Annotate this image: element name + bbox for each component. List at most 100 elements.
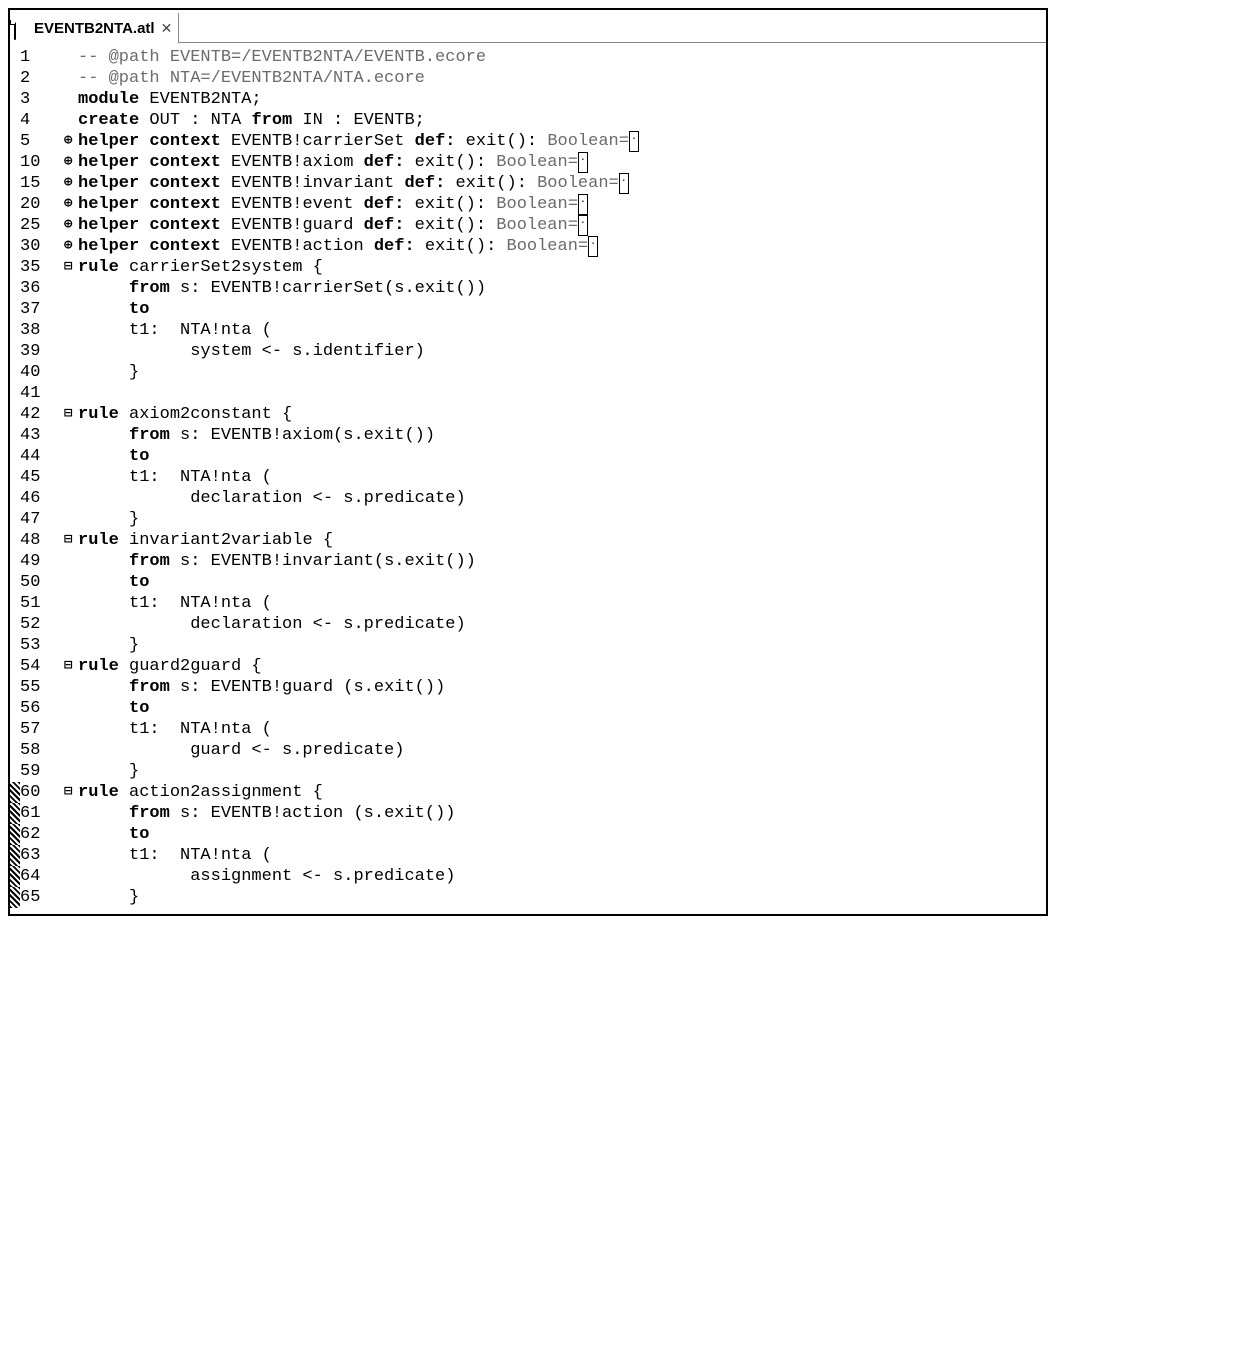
fold-toggle[interactable]: ⊟ <box>64 404 78 425</box>
code-line[interactable]: rule axiom2constant { <box>78 404 1046 425</box>
fold-toggle <box>64 341 78 362</box>
line-number: 10 <box>20 152 62 173</box>
fold-toggle <box>64 509 78 530</box>
fold-toggle <box>64 299 78 320</box>
change-marker <box>10 719 20 740</box>
code-line[interactable]: helper context EVENTB!invariant def: exi… <box>78 173 1046 194</box>
change-marker <box>10 698 20 719</box>
code-line[interactable]: system <- s.identifier) <box>78 341 1046 362</box>
code-line[interactable]: t1: NTA!nta ( <box>78 593 1046 614</box>
change-marker <box>10 47 20 68</box>
code-line[interactable]: to <box>78 299 1046 320</box>
fold-toggle <box>64 362 78 383</box>
code-line[interactable]: rule action2assignment { <box>78 782 1046 803</box>
change-marker <box>10 572 20 593</box>
change-marker <box>10 551 20 572</box>
line-number: 47 <box>20 509 62 530</box>
fold-toggle <box>64 887 78 908</box>
fold-toggle[interactable]: ⊕ <box>64 215 78 236</box>
code-line[interactable]: helper context EVENTB!carrierSet def: ex… <box>78 131 1046 152</box>
fold-toggle[interactable]: ⊕ <box>64 173 78 194</box>
code-line[interactable]: } <box>78 362 1046 383</box>
code-line[interactable]: guard <- s.predicate) <box>78 740 1046 761</box>
editor-window: EVENTB2NTA.atl ✕ 12345101520253035363738… <box>8 8 1048 916</box>
fold-toggle[interactable]: ⊕ <box>64 236 78 257</box>
change-marker <box>10 362 20 383</box>
line-number: 30 <box>20 236 62 257</box>
code-editor[interactable]: 1234510152025303536373839404142434445464… <box>10 43 1046 914</box>
code-line[interactable]: assignment <- s.predicate) <box>78 866 1046 887</box>
code-line[interactable]: t1: NTA!nta ( <box>78 845 1046 866</box>
fold-toggle <box>64 614 78 635</box>
line-number: 58 <box>20 740 62 761</box>
code-line[interactable] <box>78 383 1046 404</box>
change-marker <box>10 299 20 320</box>
code-line[interactable]: -- @path NTA=/EVENTB2NTA/NTA.ecore <box>78 68 1046 89</box>
code-line[interactable]: to <box>78 572 1046 593</box>
code-line[interactable]: -- @path EVENTB=/EVENTB2NTA/EVENTB.ecore <box>78 47 1046 68</box>
line-number: 2 <box>20 68 62 89</box>
fold-toggle[interactable]: ⊟ <box>64 782 78 803</box>
code-line[interactable]: to <box>78 824 1046 845</box>
code-line[interactable]: helper context EVENTB!event def: exit():… <box>78 194 1046 215</box>
change-marker <box>10 488 20 509</box>
close-icon[interactable]: ✕ <box>161 20 173 37</box>
fold-toggle[interactable]: ⊕ <box>64 131 78 152</box>
change-marker <box>10 845 20 866</box>
code-line[interactable]: to <box>78 446 1046 467</box>
fold-toggle <box>64 110 78 131</box>
line-number: 39 <box>20 341 62 362</box>
code-line[interactable]: module EVENTB2NTA; <box>78 89 1046 110</box>
tab-eventb2nta[interactable]: EVENTB2NTA.atl ✕ <box>10 13 179 43</box>
code-line[interactable]: from s: EVENTB!invariant(s.exit()) <box>78 551 1046 572</box>
line-number: 49 <box>20 551 62 572</box>
change-marker <box>10 635 20 656</box>
code-line[interactable]: } <box>78 887 1046 908</box>
code-line[interactable]: from s: EVENTB!carrierSet(s.exit()) <box>78 278 1046 299</box>
code-line[interactable]: rule guard2guard { <box>78 656 1046 677</box>
fold-toggle <box>64 719 78 740</box>
fold-toggle[interactable]: ⊕ <box>64 152 78 173</box>
code-line[interactable]: t1: NTA!nta ( <box>78 320 1046 341</box>
line-number: 64 <box>20 866 62 887</box>
code-line[interactable]: declaration <- s.predicate) <box>78 614 1046 635</box>
code-line[interactable]: helper context EVENTB!guard def: exit():… <box>78 215 1046 236</box>
fold-toggle <box>64 467 78 488</box>
code-line[interactable]: } <box>78 509 1046 530</box>
code-line[interactable]: t1: NTA!nta ( <box>78 719 1046 740</box>
fold-toggle[interactable]: ⊟ <box>64 656 78 677</box>
code-line[interactable]: helper context EVENTB!action def: exit()… <box>78 236 1046 257</box>
change-marker <box>10 404 20 425</box>
code-line[interactable]: from s: EVENTB!axiom(s.exit()) <box>78 425 1046 446</box>
code-line[interactable]: rule invariant2variable { <box>78 530 1046 551</box>
change-marker <box>10 173 20 194</box>
fold-toggle <box>64 446 78 467</box>
code-line[interactable]: declaration <- s.predicate) <box>78 488 1046 509</box>
code-line[interactable]: create OUT : NTA from IN : EVENTB; <box>78 110 1046 131</box>
fold-toggle[interactable]: ⊟ <box>64 530 78 551</box>
code-line[interactable]: from s: EVENTB!action (s.exit()) <box>78 803 1046 824</box>
code-line[interactable]: t1: NTA!nta ( <box>78 467 1046 488</box>
line-number: 42 <box>20 404 62 425</box>
fold-toggle[interactable]: ⊕ <box>64 194 78 215</box>
code-line[interactable]: } <box>78 635 1046 656</box>
change-marker <box>10 320 20 341</box>
line-number: 40 <box>20 362 62 383</box>
line-number: 4 <box>20 110 62 131</box>
fold-toggle <box>64 320 78 341</box>
line-number: 56 <box>20 698 62 719</box>
change-marker <box>10 887 20 908</box>
change-marker <box>10 740 20 761</box>
change-marker <box>10 215 20 236</box>
code-line[interactable]: from s: EVENTB!guard (s.exit()) <box>78 677 1046 698</box>
line-number: 65 <box>20 887 62 908</box>
fold-toggle <box>64 551 78 572</box>
code-line[interactable]: rule carrierSet2system { <box>78 257 1046 278</box>
file-icon <box>14 20 30 36</box>
code-line[interactable]: } <box>78 761 1046 782</box>
line-number: 45 <box>20 467 62 488</box>
fold-toggle[interactable]: ⊟ <box>64 257 78 278</box>
line-number: 36 <box>20 278 62 299</box>
code-line[interactable]: to <box>78 698 1046 719</box>
code-line[interactable]: helper context EVENTB!axiom def: exit():… <box>78 152 1046 173</box>
